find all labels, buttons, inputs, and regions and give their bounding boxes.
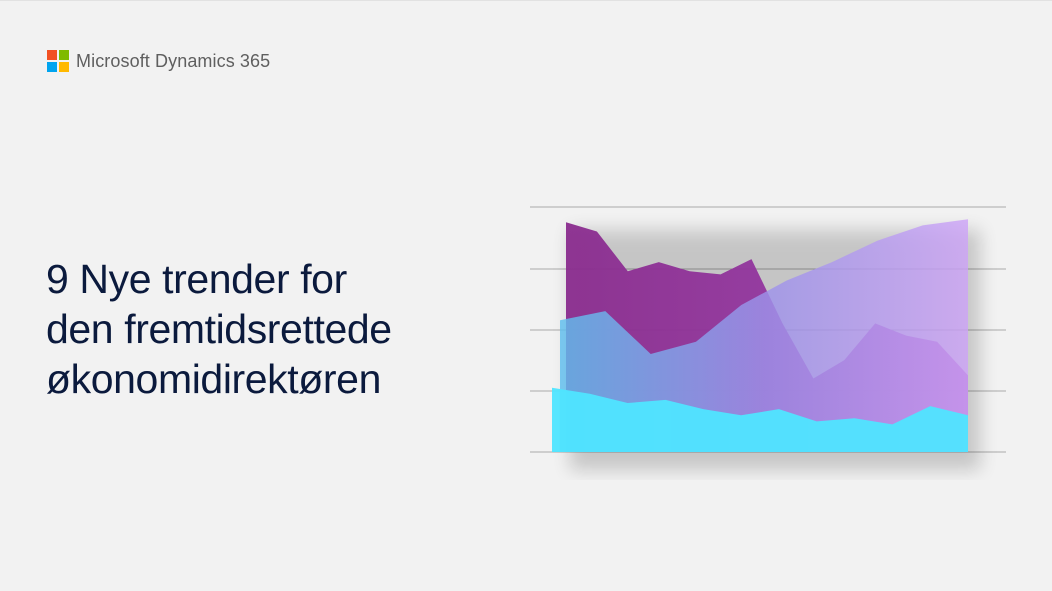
microsoft-logo-icon — [47, 50, 69, 72]
title-line-3: økonomidirektøren — [46, 356, 381, 402]
page-title: 9 Nye trender for den fremtidsrettede øk… — [46, 254, 516, 404]
logo-square-red — [47, 50, 57, 60]
brand-header: Microsoft Dynamics 365 — [47, 50, 270, 72]
logo-square-yellow — [59, 62, 69, 72]
top-divider — [0, 0, 1052, 1]
logo-square-blue — [47, 62, 57, 72]
area-chart-illustration — [530, 206, 1006, 470]
logo-square-green — [59, 50, 69, 60]
brand-name: Microsoft Dynamics 365 — [76, 50, 271, 71]
title-line-1: 9 Nye trender for — [46, 256, 347, 302]
title-line-2: den fremtidsrettede — [46, 306, 392, 352]
